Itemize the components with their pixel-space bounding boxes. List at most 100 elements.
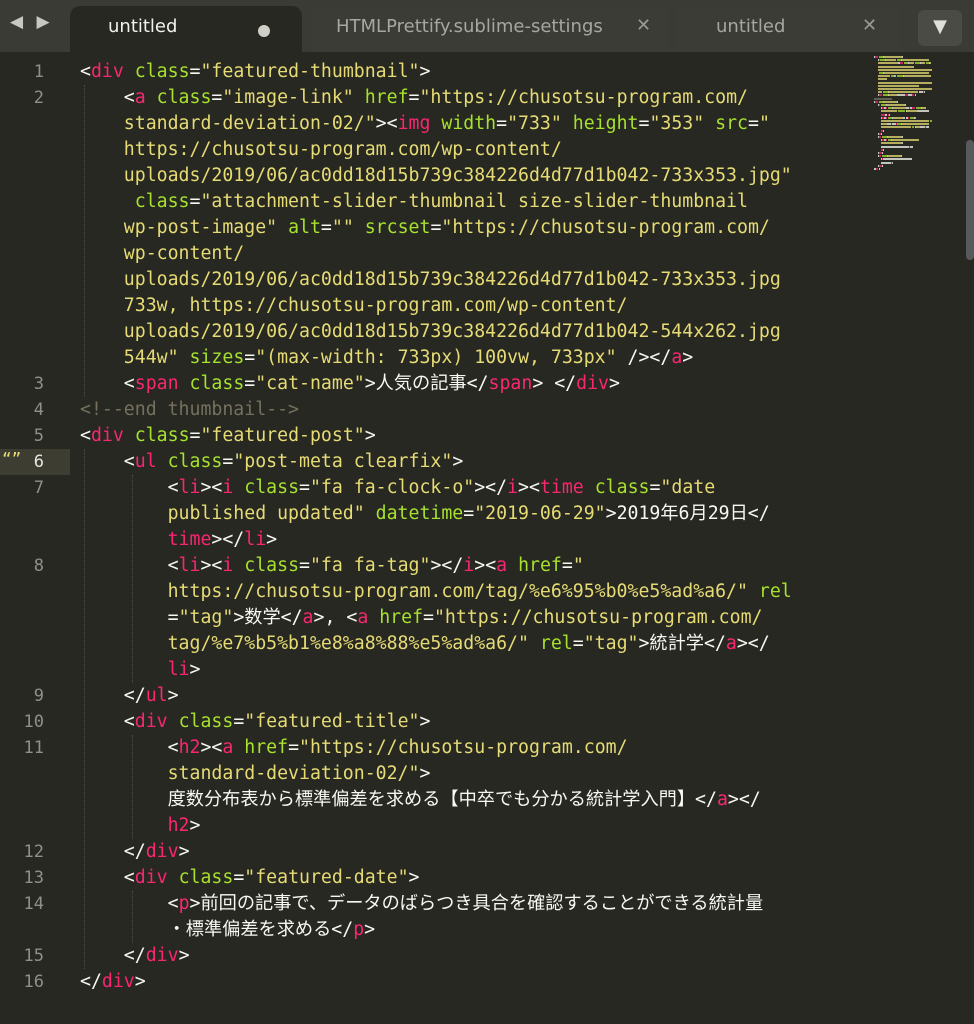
code-token: 733w, https://chusotsu-program.com/wp-co…: [80, 295, 628, 316]
minimap-line: [881, 110, 898, 113]
code-token: ></: [211, 529, 245, 550]
tab-htmlprettify-settings[interactable]: HTMLPrettify.sublime-settings ✕: [312, 6, 668, 52]
code-token: class: [156, 87, 212, 108]
code-token: p: [353, 919, 365, 940]
minimap-line: [914, 116, 916, 119]
code-token: div: [90, 425, 124, 446]
line-number: 6: [33, 452, 44, 472]
code-line: <li><i class="fa fa-tag"></i><a href=": [80, 553, 584, 579]
minimap-line: [877, 75, 891, 78]
code-token: >統計学</: [638, 633, 726, 654]
minimap-line: [877, 68, 933, 71]
tab-menu-dropdown-icon[interactable]: ▼: [918, 10, 962, 46]
minimap-line: [901, 59, 929, 62]
line-number: 16: [23, 972, 44, 992]
code-token: >: [189, 815, 201, 836]
code-line: <li><i class="fa fa-clock-o"></i><time c…: [80, 475, 716, 501]
code-line: <div class="featured-thumbnail">: [80, 59, 430, 85]
code-token: a: [725, 633, 737, 654]
minimap-line: [892, 161, 893, 164]
code-token: ><: [375, 113, 398, 134]
code-token: <: [80, 477, 179, 498]
line-number: 12: [23, 842, 44, 862]
code-token: =: [189, 191, 201, 212]
code-token: uploads/2019/06/ac0dd18d15b739c384226d4d…: [80, 321, 781, 342]
code-token: 度数分布表から標準偏差を求める【中卒でも分かる統計学入門】</: [80, 789, 717, 810]
minimap-line: [926, 126, 929, 129]
vertical-scrollbar[interactable]: [966, 140, 974, 260]
minimap-line: [881, 161, 892, 164]
code-token: ": [758, 113, 770, 134]
code-line: <ul class="post-meta clearfix">: [80, 449, 463, 475]
code-token: ・標準偏差を求める</: [80, 919, 354, 940]
code-token: >: [419, 711, 431, 732]
minimap-line: [877, 81, 932, 84]
code-token: rel: [758, 581, 792, 602]
minimap-line: [886, 104, 905, 106]
code-token: rel: [539, 633, 573, 654]
code-token: wp-content/: [80, 243, 245, 264]
code-token: >, <: [313, 607, 358, 628]
code-token: alt: [288, 217, 321, 238]
tab-nav-arrows[interactable]: ◀ ▶: [10, 12, 54, 32]
close-icon[interactable]: ✕: [636, 15, 651, 36]
code-line: </div>: [80, 969, 146, 995]
line-number: 8: [33, 556, 44, 576]
code-token: <: [80, 451, 135, 472]
code-token: div: [134, 867, 168, 888]
code-line: https://chusotsu-program.com/tag/%e6%95%…: [80, 579, 792, 605]
minimap-line: [874, 56, 878, 58]
tab-untitled-active[interactable]: untitled: [70, 6, 302, 52]
line-number-gutter: “” 1 2 3 4 5 6 7 8 9 10 11 12 13 14 15 16: [0, 52, 70, 1024]
code-line: <h2><a href="https://chusotsu-program.co…: [80, 735, 628, 761]
minimap-line: [901, 136, 903, 138]
code-token: "fa fa-tag": [309, 555, 431, 576]
code-line: uploads/2019/06/ac0dd18d15b739c384226d4d…: [80, 319, 781, 345]
minimap-line: [914, 94, 916, 97]
code-token: =: [288, 737, 300, 758]
minimap-line: [881, 126, 911, 129]
code-line: 733w, https://chusotsu-program.com/wp-co…: [80, 293, 628, 319]
minimap-line: [881, 142, 902, 145]
code-token: a: [134, 87, 146, 108]
code-token: =: [408, 87, 420, 108]
code-token: ></: [727, 789, 761, 810]
code-line: wp-content/: [80, 241, 244, 267]
code-line: ・標準偏差を求める</p>: [80, 917, 376, 943]
code-token: =: [233, 867, 245, 888]
minimap-line: [897, 100, 899, 103]
code-token: 544w": [80, 347, 179, 368]
code-token: href: [379, 607, 424, 628]
code-token: "featured-thumbnail": [200, 61, 420, 82]
code-token: ><: [474, 555, 497, 576]
close-icon[interactable]: ✕: [862, 15, 877, 36]
minimap-line: [923, 91, 925, 94]
code-token: "": [331, 217, 354, 238]
tab-untitled[interactable]: untitled ✕: [676, 6, 900, 52]
code-token: >人気の記事</: [364, 373, 489, 394]
minimap-line: [885, 139, 887, 142]
minimap-line: [892, 107, 907, 110]
minimap[interactable]: [870, 52, 974, 1024]
minimap-line: [909, 62, 914, 65]
code-line: wp-post-image" alt="" srcset="https://ch…: [80, 215, 770, 241]
code-token: </: [80, 685, 146, 706]
unsaved-dot-icon[interactable]: [258, 25, 270, 37]
code-token: sizes: [189, 347, 245, 368]
minimap-line: [883, 148, 884, 151]
minimap-line: [881, 120, 929, 122]
code-token: >: [189, 659, 201, 680]
line-number: 7: [33, 478, 44, 498]
code-token: href: [518, 555, 562, 576]
code-token: ><: [200, 477, 223, 498]
code-token: class: [178, 711, 234, 732]
minimap-line: [878, 59, 880, 62]
code-token: li: [244, 529, 267, 550]
